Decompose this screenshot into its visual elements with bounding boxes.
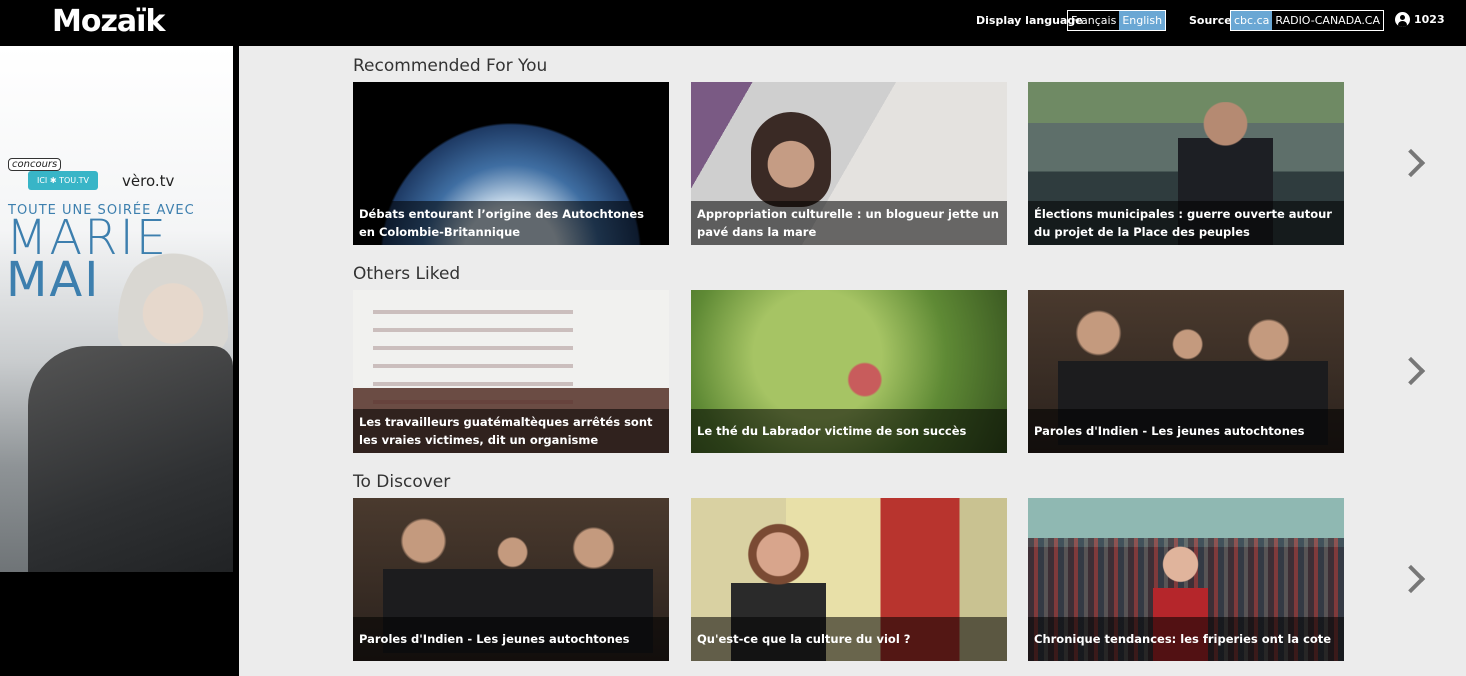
card-caption: Les travailleurs guatémaltèques arrêtés … bbox=[359, 415, 653, 447]
ad-name-line2: MAI bbox=[6, 252, 101, 308]
card-caption: Élections municipales : guerre ouverte a… bbox=[1034, 207, 1332, 239]
section-title-others-liked: Others Liked bbox=[353, 264, 461, 284]
ad-ici-tou-tv-logo: ICI ✱ TOU.TV bbox=[28, 171, 98, 190]
language-option-english[interactable]: English bbox=[1119, 11, 1166, 30]
card-caption: Débats entourant l’origine des Autochton… bbox=[359, 207, 644, 239]
card-caption-bar: Qu'est-ce que la culture du viol ? bbox=[691, 617, 1007, 661]
card-caption: Qu'est-ce que la culture du viol ? bbox=[697, 632, 911, 646]
card-caption: Paroles d'Indien - Les jeunes autochtone… bbox=[1034, 424, 1305, 438]
video-card[interactable]: Les travailleurs guatémaltèques arrêtés … bbox=[353, 290, 669, 453]
next-arrow-icon[interactable] bbox=[1399, 146, 1423, 180]
card-caption-bar: Débats entourant l’origine des Autochton… bbox=[353, 201, 669, 245]
mozaik-logo[interactable]: Mozaïk bbox=[52, 4, 165, 39]
card-caption-bar: Chronique tendances: les friperies ont l… bbox=[1028, 617, 1344, 661]
video-card[interactable]: Qu'est-ce que la culture du viol ? bbox=[691, 498, 1007, 661]
card-caption: Paroles d'Indien - Les jeunes autochtone… bbox=[359, 632, 630, 646]
section-title-to-discover: To Discover bbox=[353, 472, 451, 492]
next-arrow-icon[interactable] bbox=[1399, 354, 1423, 388]
video-card[interactable]: Élections municipales : guerre ouverte a… bbox=[1028, 82, 1344, 245]
card-caption-bar: Paroles d'Indien - Les jeunes autochtone… bbox=[353, 617, 669, 661]
user-count: 1023 bbox=[1414, 13, 1445, 26]
language-option-francais[interactable]: Français bbox=[1068, 11, 1119, 30]
user-account[interactable]: 1023 bbox=[1395, 12, 1445, 27]
card-caption: Le thé du Labrador victime de son succès bbox=[697, 424, 967, 438]
main-content: Recommended For You Débats entourant l’o… bbox=[239, 46, 1466, 676]
card-caption-bar: Le thé du Labrador victime de son succès bbox=[691, 409, 1007, 453]
advertisement-banner[interactable]: concours ICI ✱ TOU.TV vèro.tv TOUTE UNE … bbox=[0, 46, 233, 572]
video-card[interactable]: Débats entourant l’origine des Autochton… bbox=[353, 82, 669, 245]
ad-vero-tv-logo: vèro.tv bbox=[122, 172, 175, 190]
video-card[interactable]: Paroles d'Indien - Les jeunes autochtone… bbox=[1028, 290, 1344, 453]
card-caption-bar: Élections municipales : guerre ouverte a… bbox=[1028, 201, 1344, 245]
language-toggle: Français English bbox=[1067, 10, 1167, 31]
video-card[interactable]: Paroles d'Indien - Les jeunes autochtone… bbox=[353, 498, 669, 661]
video-card[interactable]: Le thé du Labrador victime de son succès bbox=[691, 290, 1007, 453]
video-card[interactable]: Appropriation culturelle : un blogueur j… bbox=[691, 82, 1007, 245]
card-caption-bar: Les travailleurs guatémaltèques arrêtés … bbox=[353, 409, 669, 453]
ad-portrait-coat bbox=[28, 346, 233, 572]
top-bar: Mozaïk Display language Français English… bbox=[0, 0, 1466, 46]
source-option-radio-canada[interactable]: RADIO-CANADA.CA bbox=[1272, 11, 1383, 30]
source-option-cbc[interactable]: cbc.ca bbox=[1231, 11, 1273, 30]
user-circle-icon bbox=[1395, 12, 1410, 27]
section-title-recommended: Recommended For You bbox=[353, 56, 548, 76]
card-caption: Appropriation culturelle : un blogueur j… bbox=[697, 207, 999, 239]
card-caption: Chronique tendances: les friperies ont l… bbox=[1034, 632, 1332, 646]
card-caption-bar: Appropriation culturelle : un blogueur j… bbox=[691, 201, 1007, 245]
card-caption-bar: Paroles d'Indien - Les jeunes autochtone… bbox=[1028, 409, 1344, 453]
source-toggle: cbc.ca RADIO-CANADA.CA bbox=[1230, 10, 1385, 31]
video-card[interactable]: Chronique tendances: les friperies ont l… bbox=[1028, 498, 1344, 661]
ad-concours-badge: concours bbox=[8, 158, 62, 171]
next-arrow-icon[interactable] bbox=[1399, 562, 1423, 596]
